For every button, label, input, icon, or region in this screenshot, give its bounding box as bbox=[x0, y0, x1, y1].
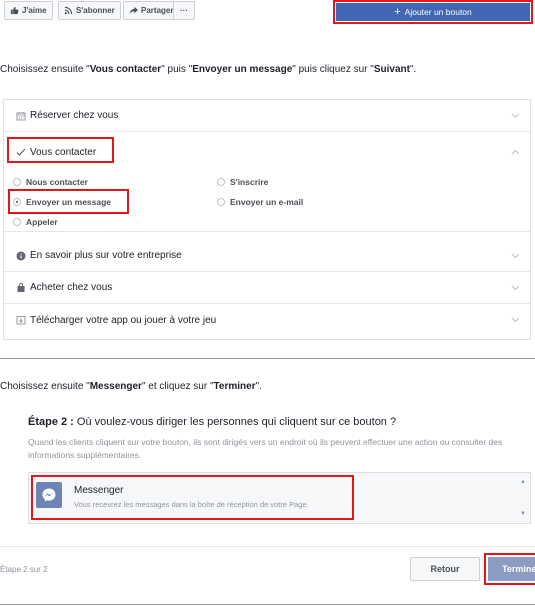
chevron-down-icon bbox=[511, 285, 520, 290]
instruction-step2: Choisissez ensuite "Messenger" et clique… bbox=[0, 381, 262, 392]
add-button[interactable]: + Ajouter un bouton bbox=[336, 3, 530, 21]
option-label: Envoyer un e-mail bbox=[230, 197, 304, 207]
option-label: Appeler bbox=[26, 217, 58, 227]
step-counter: Étape 2 sur 2 bbox=[0, 565, 48, 574]
option-nous-contacter[interactable]: Nous contacter bbox=[13, 177, 88, 187]
instruction-bold: Terminer bbox=[213, 381, 256, 392]
instruction-text: " puis " bbox=[161, 64, 193, 75]
accordion-item-label: Réserver chez vous bbox=[30, 110, 119, 121]
download-icon bbox=[16, 315, 26, 325]
messenger-highlight[interactable] bbox=[31, 475, 354, 520]
chevron-down-icon bbox=[511, 253, 520, 258]
share-arrow-icon bbox=[129, 6, 138, 15]
rss-icon bbox=[64, 6, 73, 15]
option-envoyer-email[interactable]: Envoyer un e-mail bbox=[217, 197, 303, 207]
step2-title: Étape 2 : Où voulez-vous diriger les per… bbox=[28, 416, 396, 428]
accordion-item-label: En savoir plus sur votre entreprise bbox=[30, 250, 182, 261]
accordion-item-info[interactable]: En savoir plus sur votre entreprise bbox=[4, 240, 530, 272]
radio-icon bbox=[217, 198, 225, 206]
instruction-bold: Envoyer un message bbox=[192, 64, 293, 75]
instruction-bold: Suivant bbox=[373, 64, 410, 75]
like-label: J'aime bbox=[22, 6, 47, 15]
option-appeler[interactable]: Appeler bbox=[13, 217, 58, 227]
more-label: ··· bbox=[180, 6, 188, 15]
thumbs-up-icon bbox=[10, 6, 19, 15]
chevron-down-icon bbox=[511, 317, 520, 323]
share-button[interactable]: Partager bbox=[123, 1, 180, 20]
instruction-bold: Vous contacter bbox=[89, 64, 162, 75]
add-button-label: Ajouter un bouton bbox=[404, 7, 472, 17]
step2-title-bold: Étape 2 : bbox=[28, 416, 74, 428]
finish-highlight: Terminer bbox=[484, 553, 535, 585]
accordion-item-label: Télécharger votre app ou jouer à votre j… bbox=[30, 314, 217, 326]
radio-icon bbox=[13, 178, 21, 186]
scroll-up-icon[interactable]: ▲ bbox=[520, 479, 526, 485]
action-category-accordion: Réserver chez vous Vous contacter Nous c… bbox=[3, 99, 531, 340]
page-toolbar: J'aime S'abonner Partager ··· + Ajouter … bbox=[0, 0, 535, 28]
bottom-divider bbox=[0, 604, 535, 605]
like-button[interactable]: J'aime bbox=[4, 1, 53, 20]
footer-divider bbox=[0, 546, 535, 547]
subscribe-label: S'abonner bbox=[76, 6, 115, 15]
step2-description: Quand les clients cliquent sur votre bou… bbox=[28, 437, 503, 460]
contact-highlight bbox=[7, 137, 114, 163]
accordion-item-book[interactable]: Réserver chez vous bbox=[4, 100, 530, 132]
back-button[interactable]: Retour bbox=[410, 557, 480, 581]
instruction-text: ". bbox=[255, 381, 262, 392]
calendar-icon bbox=[16, 111, 26, 121]
instruction-step1: Choisissez ensuite "Vous contacter" puis… bbox=[0, 64, 416, 75]
step2-title-text: Où voulez-vous diriger les personnes qui… bbox=[73, 416, 397, 428]
instruction-text: Choisissez ensuite " bbox=[0, 381, 90, 392]
radio-icon bbox=[13, 218, 21, 226]
accordion-item-label: Acheter chez vous bbox=[30, 282, 113, 293]
chevron-down-icon bbox=[511, 113, 520, 118]
add-button-highlight: + Ajouter un bouton bbox=[333, 0, 533, 24]
plus-icon: + bbox=[394, 5, 401, 18]
share-label: Partager bbox=[141, 6, 174, 15]
radio-icon bbox=[217, 178, 225, 186]
option-label: Nous contacter bbox=[26, 177, 88, 187]
chevron-up-icon bbox=[511, 149, 520, 155]
send-message-highlight bbox=[8, 189, 129, 214]
accordion-item-download[interactable]: Télécharger votre app ou jouer à votre j… bbox=[4, 304, 530, 336]
instruction-text: ". bbox=[409, 64, 417, 75]
info-icon bbox=[16, 251, 26, 261]
scroll-down-icon[interactable]: ▼ bbox=[520, 511, 526, 517]
instruction-bold: Messenger bbox=[89, 381, 142, 392]
finish-button[interactable]: Terminer bbox=[488, 557, 535, 581]
option-label: S'inscrire bbox=[230, 177, 269, 187]
subscribe-button[interactable]: S'abonner bbox=[58, 1, 121, 20]
section-divider bbox=[0, 358, 535, 359]
instruction-text: " puis cliquez sur " bbox=[292, 64, 374, 75]
accordion-item-shop[interactable]: Acheter chez vous bbox=[4, 272, 530, 304]
bag-icon bbox=[16, 282, 26, 293]
more-button[interactable]: ··· bbox=[173, 1, 195, 20]
instruction-text: Choisissez ensuite " bbox=[0, 64, 90, 75]
instruction-text: " et cliquez sur " bbox=[141, 381, 214, 392]
option-s-inscrire[interactable]: S'inscrire bbox=[217, 177, 268, 187]
